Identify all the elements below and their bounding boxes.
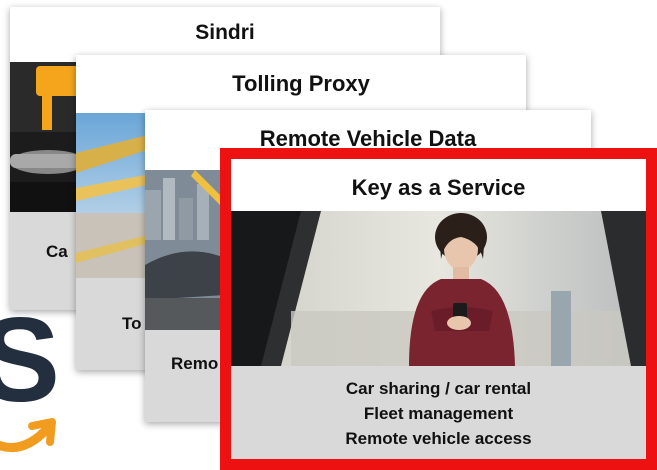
- caption-line-remote-access: Remote vehicle access: [345, 429, 532, 448]
- highway-photo: [76, 113, 156, 278]
- connected-car-photo: [145, 170, 225, 330]
- woman-with-phone-photo: [231, 211, 646, 366]
- caption-line-car-sharing: Car sharing / car rental: [345, 379, 532, 398]
- card-caption: Ca: [46, 242, 68, 261]
- caption-line-fleet-management: Fleet management: [363, 404, 514, 423]
- aws-logo-letter: S: [0, 293, 61, 427]
- caption-band: Car sharing / car rental Fleet managemen…: [231, 366, 646, 459]
- card-title: Key as a Service: [351, 175, 526, 200]
- smile-arrow-icon: [0, 418, 56, 453]
- card-caption: Remo: [171, 354, 219, 373]
- card-title: Sindri: [195, 21, 255, 44]
- card-title: Tolling Proxy: [232, 71, 370, 96]
- card-caption: To: [122, 314, 142, 333]
- slide-card-key-as-a-service[interactable]: Key as a Service Car sharing / car renta…: [220, 148, 657, 470]
